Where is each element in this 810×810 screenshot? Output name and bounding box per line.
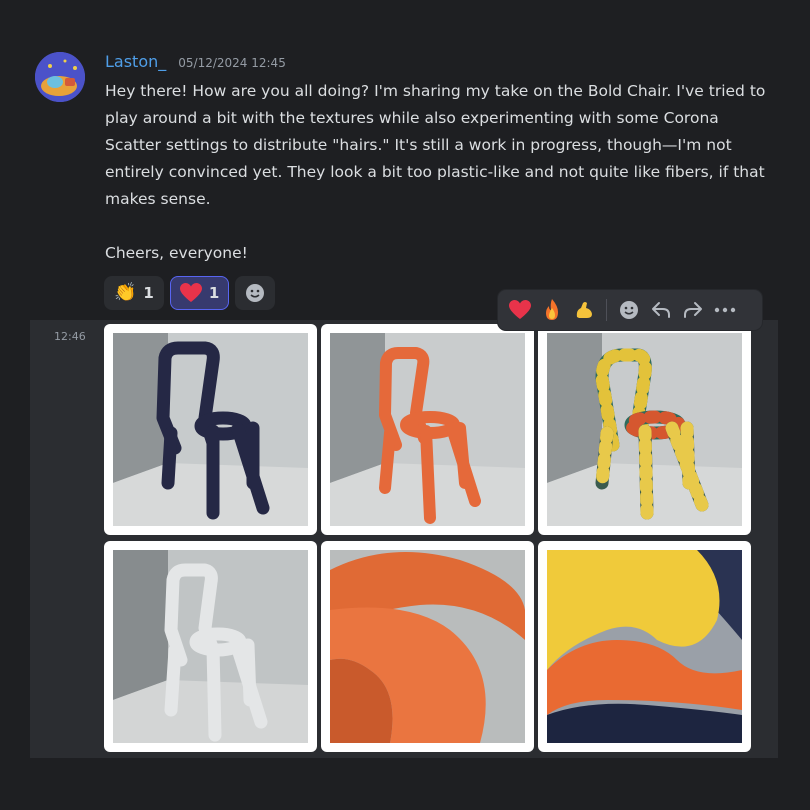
fire-icon: [546, 299, 558, 320]
quick-react-fire[interactable]: [538, 296, 566, 324]
chair-image: [547, 333, 742, 526]
more-button[interactable]: [711, 296, 739, 324]
reaction-heart[interactable]: 1: [169, 276, 230, 310]
message-paragraph: Hey there! How are you all doing? I'm sh…: [105, 82, 766, 208]
message-paragraph: Cheers, everyone!: [105, 244, 248, 262]
flexed-biceps-icon: [576, 302, 592, 318]
avatar-image: [35, 52, 85, 102]
more-icon: [714, 307, 736, 313]
add-reaction-icon: [620, 301, 638, 319]
closeup-image: [547, 550, 742, 743]
forward-icon: [684, 302, 702, 318]
toolbar-separator: [606, 299, 607, 321]
chair-image: [113, 333, 308, 526]
quick-react-muscle[interactable]: [570, 296, 598, 324]
image-gallery: [104, 324, 751, 752]
add-reaction-button[interactable]: [235, 276, 276, 310]
chair-image: [113, 550, 308, 743]
red-heart-icon: [179, 283, 202, 303]
quick-react-heart[interactable]: [506, 296, 534, 324]
closeup-image: [330, 550, 525, 743]
reply-icon: [652, 302, 670, 318]
image-orange-chair[interactable]: [321, 324, 534, 535]
reactions-bar: 👏 1 1: [104, 276, 276, 310]
message-toolbar: [498, 290, 762, 330]
reaction-count: 1: [143, 284, 154, 302]
image-orange-closeup[interactable]: [321, 541, 534, 752]
image-navy-chair[interactable]: [104, 324, 317, 535]
image-patterned-chair[interactable]: [538, 324, 751, 535]
smiley-icon: [246, 284, 265, 302]
reaction-count: 1: [208, 284, 220, 302]
message-timestamp: 05/12/2024 12:45: [178, 56, 286, 70]
clapping-hands-icon: 👏: [114, 282, 137, 303]
add-reaction-toolbar-button[interactable]: [615, 296, 643, 324]
chair-image: [330, 333, 525, 526]
avatar[interactable]: [35, 52, 85, 102]
username[interactable]: Laston_: [105, 52, 166, 71]
message-content: Hey there! How are you all doing? I'm sh…: [105, 78, 770, 267]
message-header: Laston_ 05/12/2024 12:45: [105, 52, 286, 76]
forward-button[interactable]: [679, 296, 707, 324]
reaction-clap[interactable]: 👏 1: [104, 276, 164, 310]
image-yellow-orange-closeup[interactable]: [538, 541, 751, 752]
heart-icon: [509, 300, 531, 319]
reply-button[interactable]: [647, 296, 675, 324]
image-white-chair[interactable]: [104, 541, 317, 752]
followup-timestamp: 12:46: [54, 330, 86, 343]
